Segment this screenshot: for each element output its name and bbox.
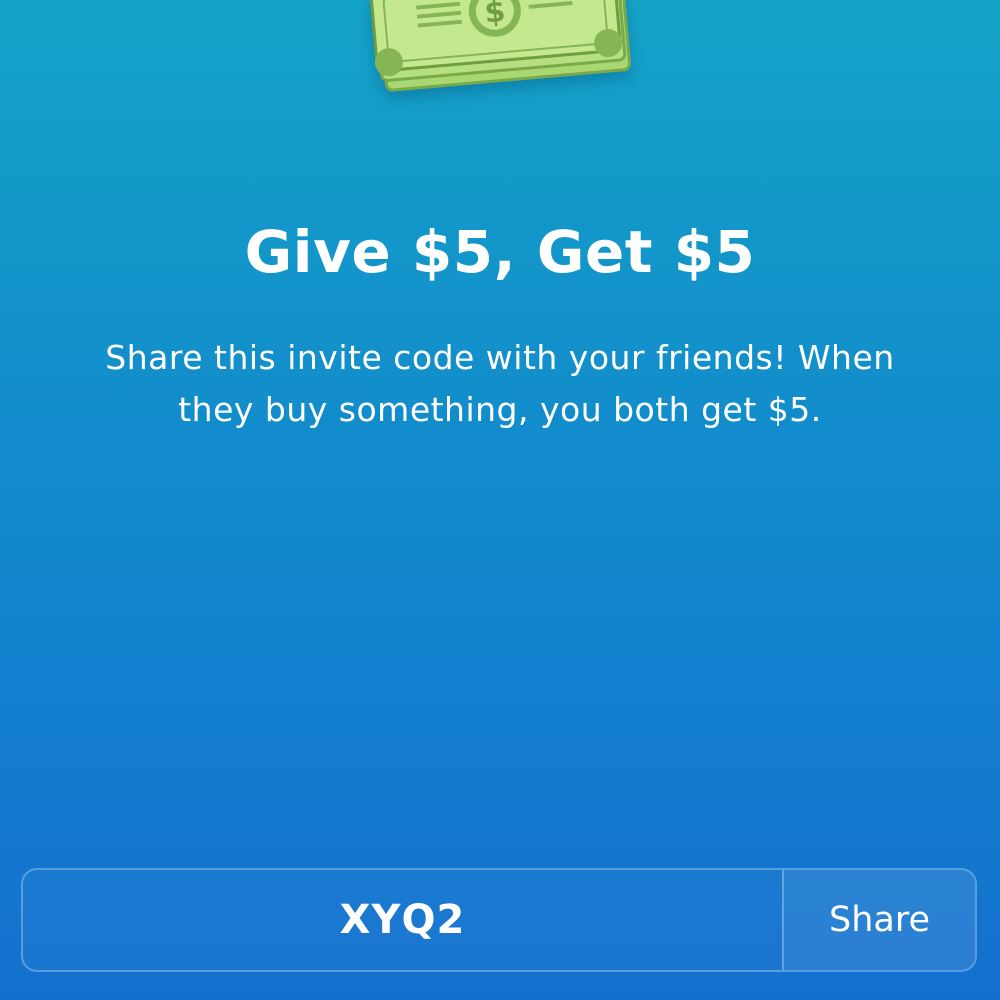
description-line: Share this invite code with your friends… [105,338,895,377]
svg-text:$: $ [483,0,507,31]
money-stack-icon: $ [355,0,655,120]
share-button[interactable]: Share [782,870,975,970]
invite-code[interactable]: XYQ2 [23,870,782,970]
invite-code-bar: XYQ2 Share [21,868,977,972]
description-line: they buy something, you both get $5. [178,390,822,429]
page-title: Give $5, Get $5 [244,218,756,286]
invite-description: Share this invite code with your friends… [50,332,950,436]
